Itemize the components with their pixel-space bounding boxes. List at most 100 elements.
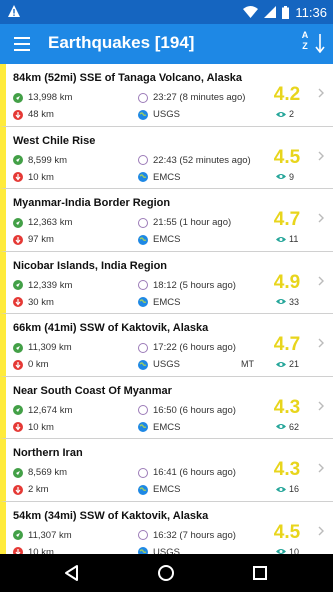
time-row: 17:22 (6 hours ago) [138,342,236,353]
green-location-icon [13,405,23,415]
eye-icon [276,111,286,117]
time-value: 16:50 (6 hours ago) [153,404,236,416]
views-count: 10 [289,546,300,555]
earthquake-item[interactable]: West Chile Rise 8,599 km 10 km 22:43 (52… [0,126,333,189]
earthquake-item[interactable]: 84km (52mi) SSE of Tanaga Volcano, Alask… [0,64,333,127]
magnitude-value: 4.9 [273,271,301,293]
distance-value: 8,569 km [28,467,68,478]
globe-icon [138,484,148,495]
eye-icon [276,361,286,367]
chevron-right-icon [318,88,324,98]
clock-icon [138,342,148,353]
clock-icon [138,92,148,103]
source-row: EMCS [138,172,180,183]
back-icon[interactable] [62,563,82,583]
clock-icon [138,280,148,290]
green-location-icon [13,217,23,228]
time-row: 16:41 (6 hours ago) [138,467,236,478]
page-title: Earthquakes [194] [48,33,195,52]
arrow-down-icon [315,34,325,53]
recent-apps-icon[interactable] [250,563,270,583]
magnitude-value: 4.2 [273,84,301,105]
source-value: EMCS [153,484,181,495]
magnitude-value: 4.7 [273,209,301,230]
green-location-icon [13,342,23,353]
red-down-arrow-icon [13,109,23,120]
chevron-right-icon [318,213,324,223]
time-row: 22:43 (52 minutes ago) [138,155,251,166]
earthquake-list[interactable]: 84km (52mi) SSE of Tanaga Volcano, Alask… [0,64,333,554]
signal-icon [264,6,277,18]
globe-icon [138,172,148,182]
views-count: 2 [289,109,295,119]
earthquake-place: Myanmar-India Border Region [13,197,171,209]
source-value: EMCS [153,234,181,245]
warning-icon [8,5,20,17]
magnitude-value: 4.5 [273,521,301,543]
network-code: MT [241,359,254,369]
depth-value: 97 km [28,234,54,245]
time-row: 18:12 (5 hours ago) [138,280,236,291]
source-row: EMCS [138,422,180,433]
distance-row: 13,998 km [13,92,72,103]
time-row: 16:50 (6 hours ago) [138,405,236,416]
status-bar: 11:36 [0,0,333,24]
depth-value: 2 km [28,484,49,495]
depth-row: 30 km [13,297,54,308]
views-row: 10 [276,546,300,555]
time-value: 17:22 (6 hours ago) [153,342,236,353]
source-value: EMCS [153,171,181,183]
earthquake-item[interactable]: Nicobar Islands, India Region 12,339 km … [0,251,333,314]
clock-icon [138,405,148,415]
distance-value: 11,309 km [28,342,72,353]
red-down-arrow-icon [13,359,23,370]
depth-row: 97 km [13,234,54,245]
navigation-bar [0,554,333,592]
time-value: 22:43 (52 minutes ago) [153,154,251,166]
time-row: 21:55 (1 hour ago) [138,217,231,228]
depth-row: 10 km [13,172,54,183]
earthquake-item[interactable]: Myanmar-India Border Region 12,363 km 97… [0,189,333,252]
time-value: 18:12 (5 hours ago) [153,279,236,291]
green-location-icon [13,530,23,540]
magnitude-value: 4.5 [273,146,301,168]
eye-icon [276,424,286,429]
hamburger-menu-icon[interactable] [14,37,30,51]
earthquake-place: Nicobar Islands, India Region [13,259,168,272]
earthquake-item[interactable]: Northern Iran 8,569 km 2 km 16:41 (6 hou… [0,439,333,502]
distance-value: 12,339 km [28,279,73,291]
depth-value: 0 km [28,359,49,370]
chevron-right-icon [318,276,324,285]
earthquake-place: Near South Coast Of Myanmar [13,384,172,397]
time-value: 23:27 (8 minutes ago) [153,92,246,103]
app-bar: Earthquakes [194] A Z [0,24,333,64]
earthquake-item[interactable]: 66km (41mi) SSW of Kaktovik, Alaska 11,3… [0,314,333,377]
sort-label: A Z [301,30,309,51]
source-value: USGS [153,109,180,120]
depth-row: 48 km [13,109,54,120]
source-value: EMCS [153,296,181,308]
earthquake-place: West Chile Rise [13,134,96,147]
sort-alpha-icon[interactable]: A Z [301,30,325,58]
home-icon[interactable] [156,563,176,583]
earthquake-item[interactable]: Near South Coast Of Myanmar 12,674 km 10… [0,376,333,439]
clock-icon [138,530,148,540]
depth-value: 10 km [28,546,54,555]
green-location-icon [13,280,23,290]
source-value: USGS [153,546,180,555]
earthquake-item[interactable]: 54km (34mi) SSW of Kaktovik, Alaska 11,3… [0,501,333,555]
views-row: 62 [276,422,299,432]
red-down-arrow-icon [13,547,23,554]
distance-row: 12,363 km [13,217,72,228]
magnitude-value: 4.3 [273,459,301,480]
wifi-icon [243,6,259,18]
time-value: 16:32 (7 hours ago) [153,529,236,541]
eye-icon [276,236,286,242]
clock-icon [138,467,148,478]
depth-value: 10 km [28,171,54,183]
chevron-right-icon [318,338,324,348]
red-down-arrow-icon [13,484,23,495]
source-row: EMCS [138,297,180,308]
distance-row: 12,674 km [13,405,72,416]
chevron-right-icon [318,463,324,473]
